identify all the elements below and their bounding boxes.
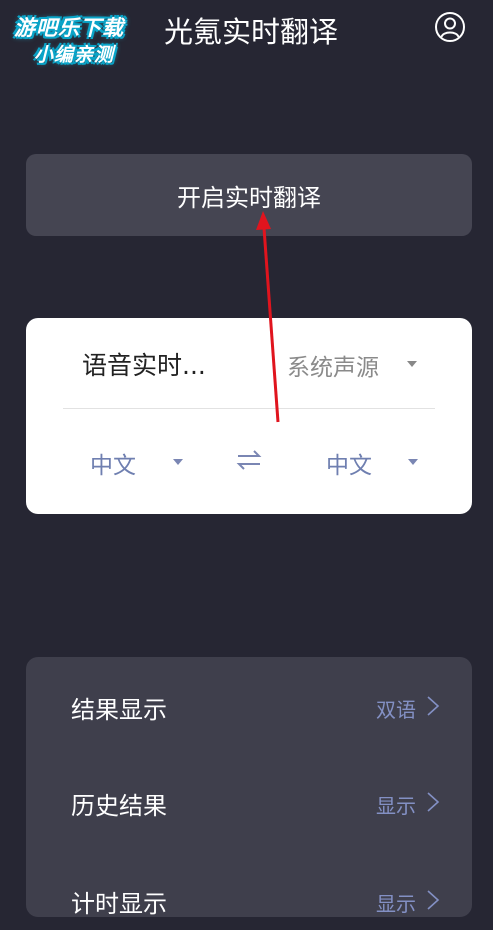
- chevron-right-icon: [427, 696, 440, 716]
- app-title: 光氪实时翻译: [164, 15, 339, 49]
- watermark-line1: 游吧乐下载: [14, 16, 124, 40]
- chevron-down-icon[interactable]: [407, 456, 419, 468]
- chevron-right-icon: [427, 890, 440, 910]
- watermark-line2: 小编亲测: [34, 44, 115, 66]
- setting-row-result-display[interactable]: 结果显示 双语: [26, 676, 472, 736]
- settings-panel: 结果显示 双语 历史结果 显示 计时显示 显示: [26, 657, 472, 918]
- chevron-down-icon[interactable]: [172, 456, 184, 468]
- setting-label: 历史结果: [71, 792, 167, 820]
- swap-languages-icon[interactable]: [235, 448, 263, 472]
- user-profile-icon[interactable]: [434, 11, 466, 43]
- setting-value: 显示: [376, 892, 416, 916]
- setting-row-history[interactable]: 历史结果 显示: [26, 772, 472, 832]
- watermark-logo: 游吧乐下载 小编亲测: [8, 8, 148, 66]
- translation-mode-select[interactable]: 语音实时...: [82, 346, 206, 382]
- start-translation-label: 开启实时翻译: [177, 183, 321, 212]
- source-language-select[interactable]: 中文: [90, 446, 136, 480]
- setting-row-timer[interactable]: 计时显示 显示: [26, 870, 472, 930]
- start-translation-button[interactable]: 开启实时翻译: [26, 154, 472, 236]
- chevron-right-icon: [427, 792, 440, 812]
- setting-value: 显示: [376, 794, 416, 818]
- setting-value: 双语: [376, 698, 416, 722]
- card-divider: [63, 408, 435, 409]
- target-language-select[interactable]: 中文: [326, 446, 372, 480]
- chevron-down-icon[interactable]: [406, 358, 418, 370]
- setting-label: 计时显示: [71, 890, 167, 918]
- audio-source-select[interactable]: 系统声源: [287, 348, 379, 382]
- setting-label: 结果显示: [71, 696, 167, 724]
- translation-settings-card: 语音实时... 系统声源 中文 中文: [26, 318, 472, 514]
